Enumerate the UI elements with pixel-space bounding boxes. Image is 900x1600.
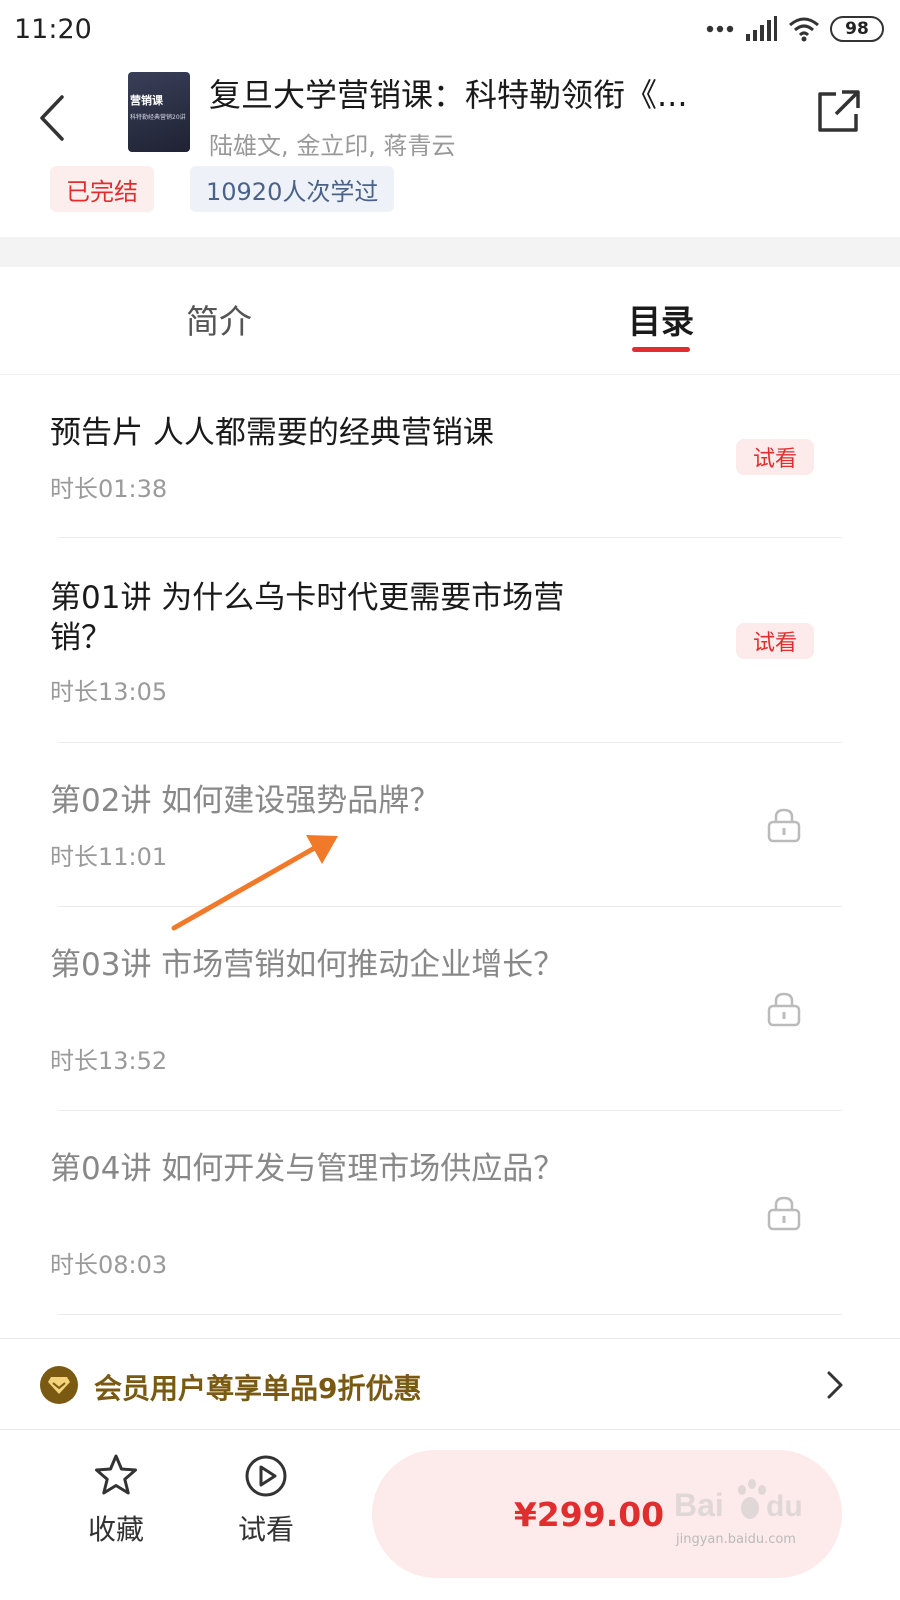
lock-icon: [767, 992, 801, 1027]
vip-diamond-icon: [40, 1366, 78, 1404]
lock-icon: [767, 808, 801, 843]
signal-icon: [746, 16, 777, 41]
lesson-item-02[interactable]: 第02讲 如何建设强势品牌？ 时长11:01: [0, 743, 900, 907]
back-button[interactable]: [30, 88, 74, 148]
chevron-right-icon: [827, 1371, 843, 1399]
star-icon: [95, 1454, 137, 1495]
lesson-title: 第03讲 市场营销如何推动企业增长？: [50, 947, 565, 983]
wifi-icon: [789, 17, 819, 42]
course-cover-image[interactable]: 营销课 科特勒经典营销20讲: [128, 72, 190, 152]
status-badge: 已完结: [50, 166, 154, 212]
divider: [58, 1314, 842, 1315]
svg-text:Bai: Bai: [674, 1487, 724, 1523]
lesson-title: 第04讲 如何开发与管理市场供应品？: [50, 1151, 565, 1187]
member-promo-bar[interactable]: 会员用户尊享单品9折优惠: [0, 1338, 900, 1430]
lesson-item-04[interactable]: 第04讲 如何开发与管理市场供应品？ 时长08:03: [0, 1111, 900, 1315]
tab-bar: 简介 目录: [0, 267, 900, 375]
cover-subtitle: 科特勒经典营销20讲: [130, 114, 186, 121]
share-icon: [818, 90, 860, 132]
lesson-title: 预告片 人人都需要的经典营销课: [50, 415, 494, 451]
lesson-duration: 时长11:01: [50, 843, 168, 871]
member-promo-text: 会员用户尊享单品9折优惠: [94, 1372, 422, 1405]
status-bar: 11:20 98: [0, 0, 900, 62]
lesson-item-01[interactable]: 第01讲 为什么乌卡时代更需要市场营销？ 时长13:05 试看: [0, 538, 900, 743]
section-divider: [0, 237, 900, 267]
lesson-duration: 时长01:38: [50, 475, 168, 503]
trial-badge[interactable]: 试看: [736, 623, 814, 659]
learner-count-badge: 10920人次学过: [190, 166, 395, 212]
lesson-title: 第01讲 为什么乌卡时代更需要市场营销？: [50, 580, 565, 656]
lesson-duration: 时长13:05: [50, 678, 168, 706]
favorite-label: 收藏: [87, 1513, 144, 1546]
favorite-button[interactable]: 收藏: [66, 1452, 166, 1562]
tab-intro[interactable]: 简介: [186, 295, 252, 355]
course-authors: 陆雄文, 金立印, 蒋青云: [209, 132, 456, 160]
course-title: 复旦大学营销课：科特勒领衔《...: [209, 76, 688, 114]
lesson-title: 第02讲 如何建设强势品牌？: [50, 783, 441, 819]
price: ¥299.00: [513, 1494, 665, 1534]
course-header: 营销课 科特勒经典营销20讲 复旦大学营销课：科特勒领衔《... 陆雄文, 金立…: [0, 62, 900, 237]
trial-watch-button[interactable]: 试看: [216, 1452, 316, 1562]
cover-title: 营销课: [130, 94, 163, 107]
svg-text:du: du: [766, 1490, 803, 1523]
lesson-item-trailer[interactable]: 预告片 人人都需要的经典营销课 时长01:38 试看: [0, 375, 900, 538]
share-button[interactable]: [814, 86, 864, 136]
status-icons: 98: [706, 16, 884, 42]
trial-watch-label: 试看: [237, 1513, 294, 1546]
play-circle-icon: [245, 1455, 287, 1497]
more-dots-icon: [706, 25, 734, 33]
tab-catalog[interactable]: 目录: [628, 295, 694, 355]
active-tab-indicator: [632, 347, 690, 352]
lesson-item-03[interactable]: 第03讲 市场营销如何推动企业增长？ 时长13:52: [0, 907, 900, 1111]
lesson-duration: 时长13:52: [50, 1047, 168, 1075]
status-time: 11:20: [14, 14, 92, 45]
lesson-duration: 时长08:03: [50, 1251, 168, 1279]
lock-icon: [767, 1196, 801, 1231]
watermark-url: jingyan.baidu.com: [676, 1532, 796, 1547]
chevron-left-icon: [40, 95, 64, 141]
trial-badge[interactable]: 试看: [736, 439, 814, 475]
battery-indicator: 98: [830, 16, 884, 42]
